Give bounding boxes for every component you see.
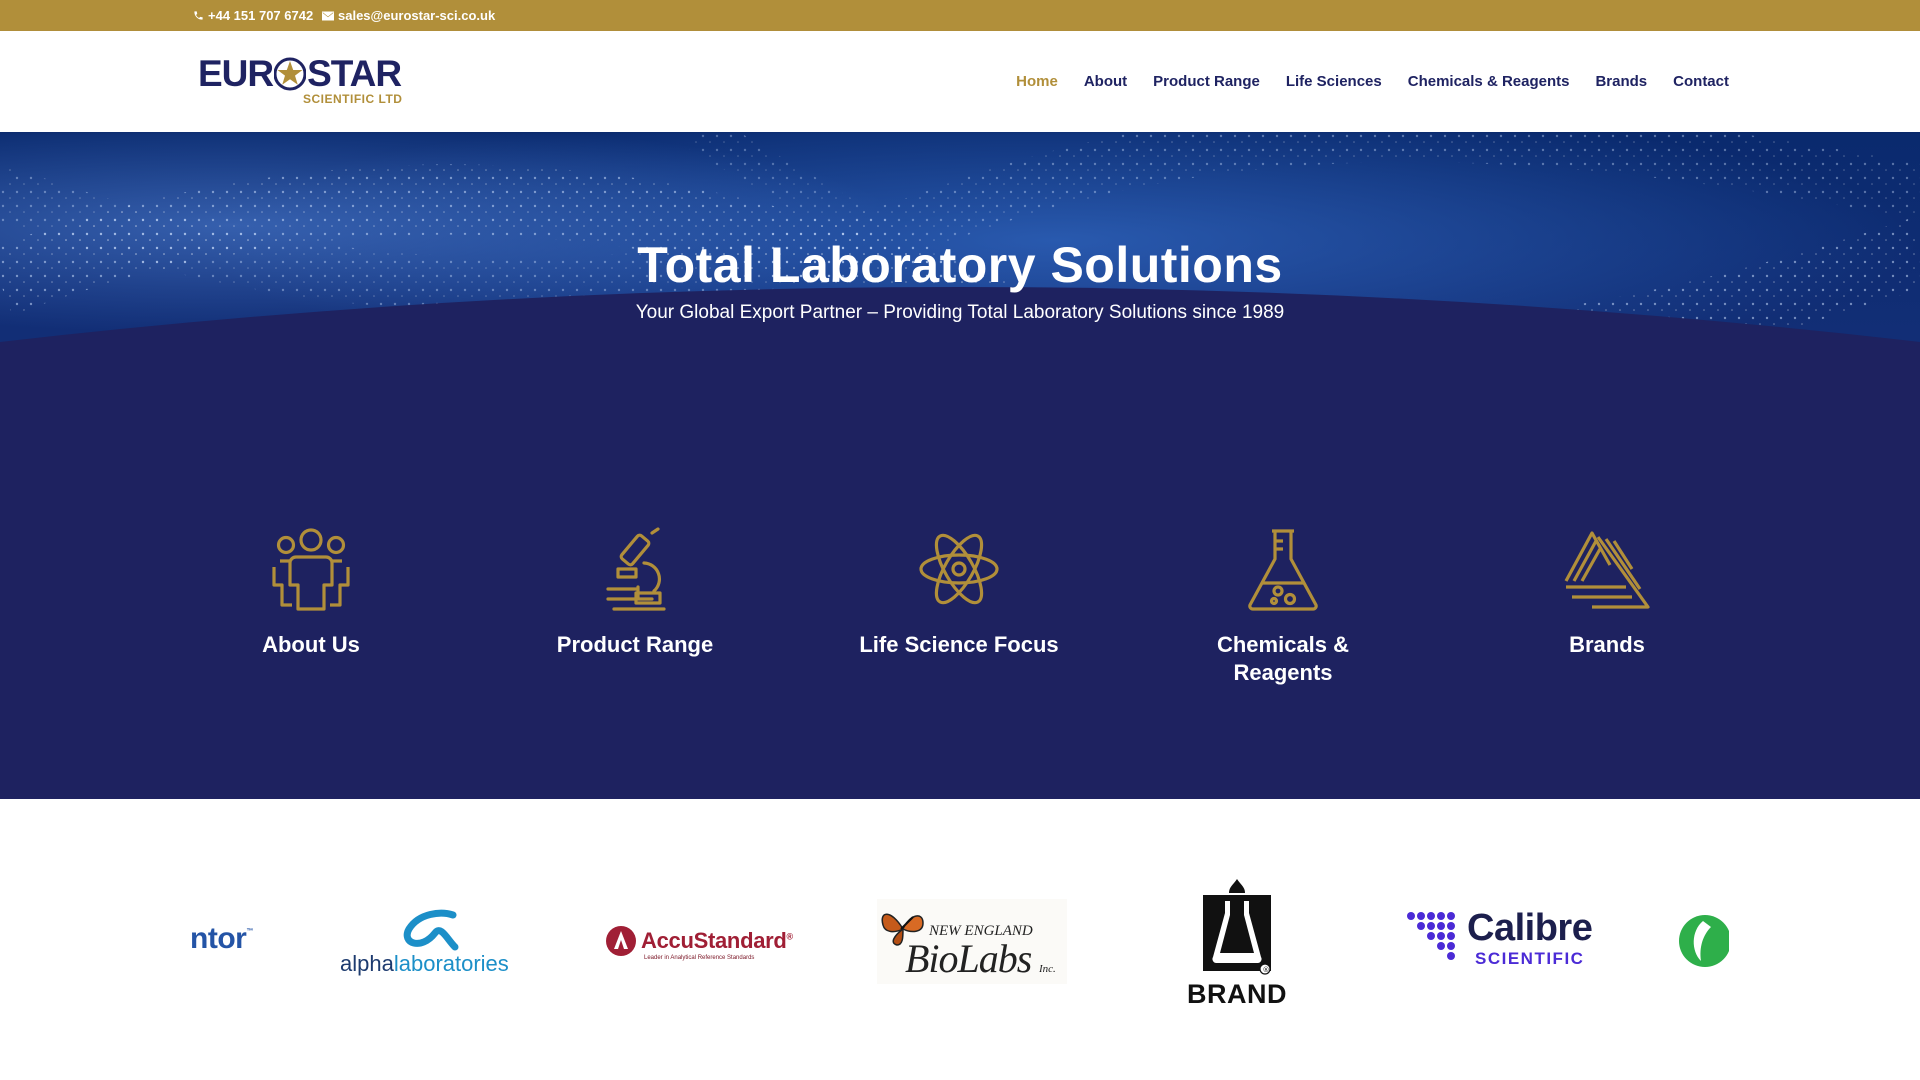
logo-wordmark: EUR STAR <box>198 53 402 94</box>
logo-word-right: STAR <box>307 53 402 94</box>
atom-icon <box>919 533 999 605</box>
alpha-text-2: laboratories <box>393 951 509 976</box>
microscope-icon <box>606 527 666 611</box>
nav-chemicals-reagents[interactable]: Chemicals & Reagents <box>1408 73 1570 90</box>
feature-label: Product Range <box>556 632 714 657</box>
brand-logo-partial-green[interactable] <box>1677 913 1729 969</box>
feature-label: Chemicals & Reagents <box>1216 632 1350 685</box>
eurostar-logo[interactable]: EUR STAR SCIENTIFIC LTD <box>198 55 408 111</box>
star-icon <box>274 57 307 91</box>
hero-section: Total Laboratory Solutions Your Global E… <box>0 132 1920 799</box>
hero-title: Total Laboratory Solutions <box>637 237 1283 293</box>
feature-links: About Us Product Range Life Science Focu… <box>0 527 1920 727</box>
nav-product-range[interactable]: Product Range <box>1153 73 1260 90</box>
brands-triangle-icon <box>1564 531 1650 609</box>
neb-suffix-text: Inc. <box>1039 963 1056 975</box>
calibre-dots-icon <box>1407 912 1455 960</box>
feature-about-us[interactable]: About Us <box>181 527 441 659</box>
brand-logo-alpha-laboratories[interactable]: alphalaboratories <box>338 909 528 981</box>
feature-chemicals-reagents[interactable]: Chemicals & Reagents <box>1153 527 1413 687</box>
alpha-text-1: alpha <box>340 951 394 976</box>
site-header: EUR STAR SCIENTIFIC LTD Home About Produ… <box>0 31 1920 132</box>
calibre-name: Calibre <box>1467 907 1593 949</box>
nav-life-sciences[interactable]: Life Sciences <box>1286 73 1382 90</box>
brand-logo-calibre-scientific[interactable]: Calibre SCIENTIFIC <box>1406 907 1606 969</box>
nav-about[interactable]: About <box>1084 73 1127 90</box>
brand-logo-mentor[interactable]: ntor™ <box>190 922 253 956</box>
phone-contact[interactable]: +44 151 707 6742 <box>192 8 313 23</box>
feature-life-science-focus[interactable]: Life Science Focus <box>829 527 1089 659</box>
brand-logo-accustandard[interactable]: AccuStandard® Leader in Analytical Refer… <box>604 924 804 966</box>
flask-icon <box>1248 529 1318 611</box>
green-leaf-logo-icon <box>1679 915 1729 967</box>
people-icon <box>272 528 350 611</box>
nav-home[interactable]: Home <box>1016 73 1058 90</box>
alpha-symbol-icon <box>403 909 459 951</box>
brand-name-text: BRAND <box>1187 979 1287 1009</box>
brand-logo-new-england-biolabs[interactable]: NEW ENGLAND BioLabs Inc. <box>877 899 1067 984</box>
accustandard-name: AccuStandard® <box>641 928 793 953</box>
hero-subtitle: Your Global Export Partner – Providing T… <box>635 302 1285 323</box>
calibre-subtitle: SCIENTIFIC <box>1475 949 1585 968</box>
feature-brands[interactable]: Brands <box>1477 527 1737 659</box>
envelope-icon <box>322 10 334 22</box>
brand-flask-icon: ® <box>1203 879 1271 975</box>
top-contact-bar: +44 151 707 6742 sales@eurostar-sci.co.u… <box>0 0 1920 31</box>
feature-product-range[interactable]: Product Range <box>505 527 765 659</box>
mentor-text: ntor <box>190 922 247 955</box>
email-contact[interactable]: sales@eurostar-sci.co.uk <box>322 8 495 23</box>
svg-text:®: ® <box>1263 966 1270 974</box>
brand-logo-brand[interactable]: ® BRAND <box>1182 879 1292 1009</box>
feature-label: About Us <box>262 632 360 657</box>
nav-contact[interactable]: Contact <box>1673 73 1729 90</box>
feature-label: Life Science Focus <box>859 632 1059 657</box>
neb-main-text: BioLabs <box>905 936 1032 981</box>
phone-number: +44 151 707 6742 <box>208 8 314 23</box>
logo-subtitle: SCIENTIFIC LTD <box>303 92 403 106</box>
logo-word-left: EUR <box>198 53 274 94</box>
brand-logo-carousel: ntor™ alphalaboratories AccuStandard® Le… <box>0 799 1920 1080</box>
phone-icon <box>192 10 204 22</box>
mentor-mark: ™ <box>246 928 253 935</box>
feature-label: Brands <box>1569 632 1645 657</box>
accustandard-tagline: Leader in Analytical Reference Standards <box>644 955 755 961</box>
email-address: sales@eurostar-sci.co.uk <box>338 8 496 23</box>
main-nav: Home About Product Range Life Sciences C… <box>1016 73 1729 90</box>
nav-brands[interactable]: Brands <box>1595 73 1647 90</box>
accustandard-emblem-icon <box>606 926 636 956</box>
alpha-wordmark: alphalaboratories <box>340 951 509 977</box>
